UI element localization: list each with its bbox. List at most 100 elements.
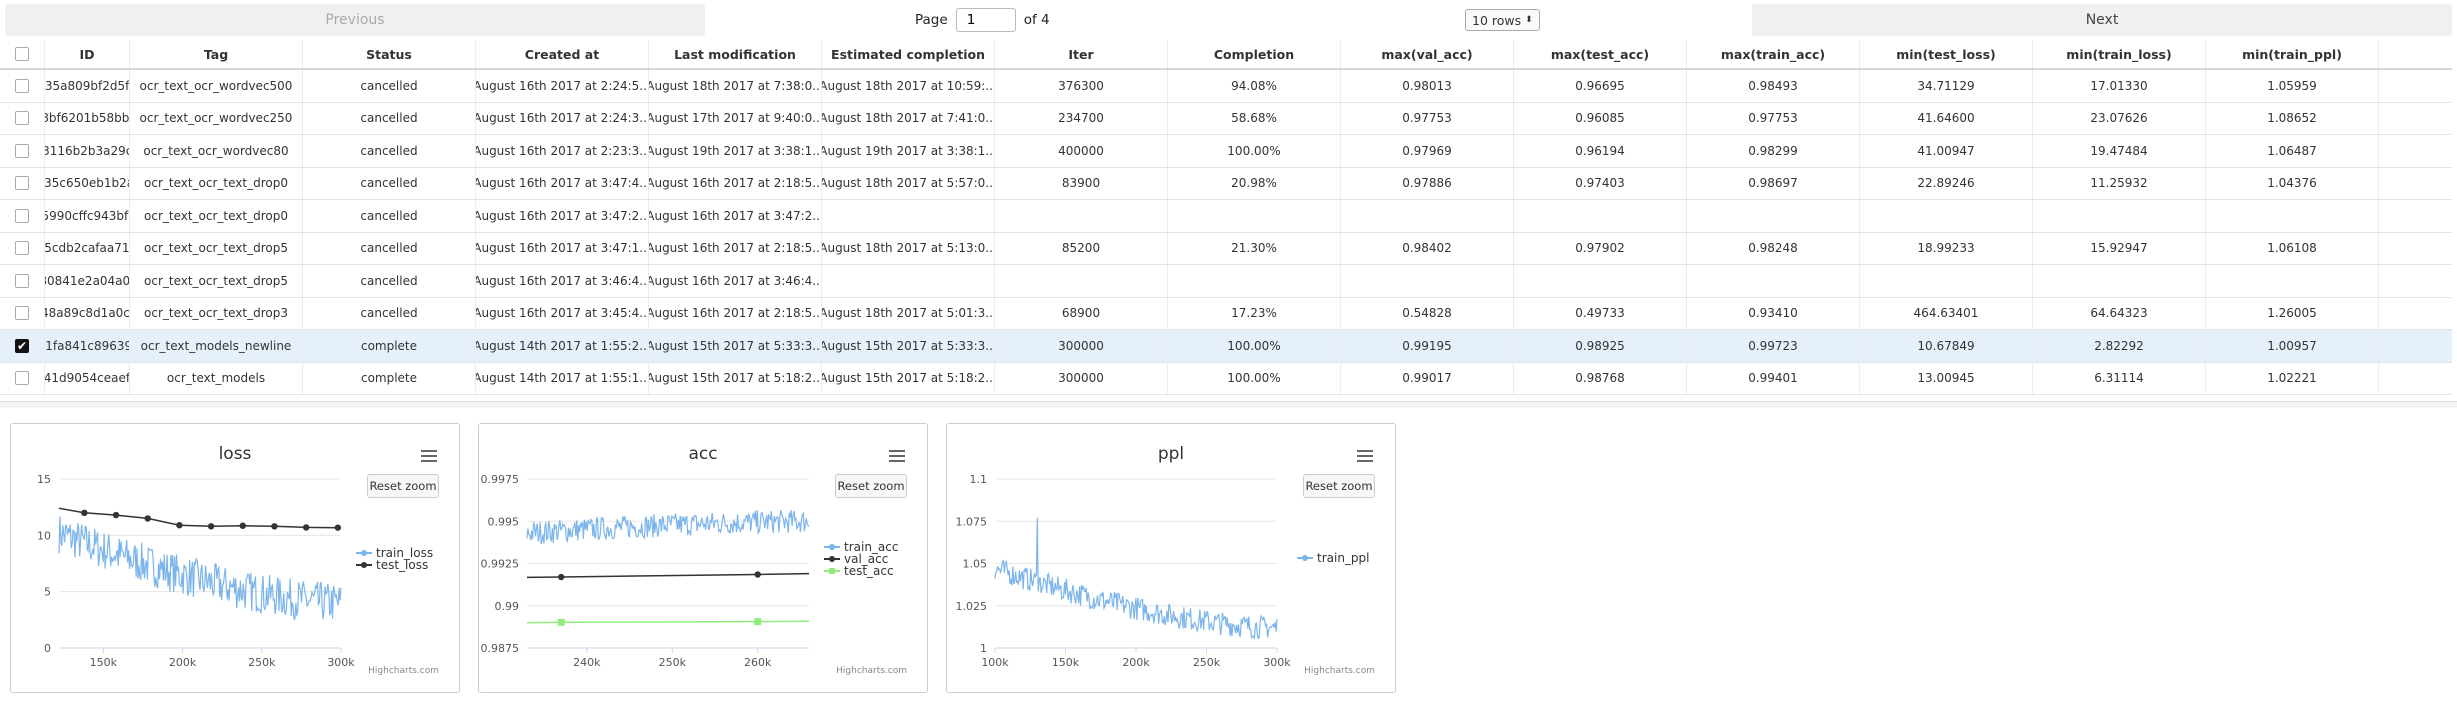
series-line-val_acc	[526, 572, 810, 579]
row-checkbox[interactable]	[15, 176, 29, 191]
row-checkbox[interactable]	[15, 241, 29, 256]
data-point-test_loss	[144, 515, 151, 522]
table-row[interactable]: c6f935c650eb1b2ad1cocr_text_ocr_text_dro…	[0, 167, 2452, 200]
column-header[interactable]: Last modification	[649, 40, 822, 68]
table-row[interactable]: 6d1f48a89c8d1a0c091aocr_text_ocr_text_dr…	[0, 297, 2452, 330]
row-checkbox[interactable]	[15, 273, 29, 288]
y-tick-label: 0.9875	[481, 642, 520, 655]
legend-label: test_loss	[376, 558, 429, 572]
table-row[interactable]: fb288bf6201b58bb1346ocr_text_ocr_wordvec…	[0, 102, 2452, 135]
column-header[interactable]: Created at	[476, 40, 649, 68]
y-tick-label: 1.05	[963, 558, 988, 571]
y-tick-label: 5	[44, 586, 51, 599]
column-header[interactable]: min(test_loss)	[1860, 40, 2033, 68]
data-point-test_loss	[176, 521, 183, 529]
table-cell: August 18th 2017 at 5:01:3...	[822, 297, 995, 329]
next-button[interactable]: Next	[1752, 4, 2452, 36]
column-header[interactable]: Tag	[130, 40, 303, 68]
page-number-input[interactable]	[955, 8, 1016, 32]
column-header[interactable]: ID	[45, 40, 130, 68]
table-row[interactable]: 7f4e35a809bf2d5fa5afocr_text_ocr_wordvec…	[0, 70, 2452, 103]
select-all-cell	[0, 40, 45, 68]
chart-menu-icon[interactable]	[1357, 450, 1373, 462]
table-row[interactable]: ✔ d2171fa841c896395f6bocr_text_models_new…	[0, 330, 2452, 363]
y-tick-label: 0.995	[488, 515, 520, 528]
legend-item[interactable]: test_loss	[356, 558, 433, 572]
row-checkbox[interactable]	[15, 306, 29, 321]
table-cell	[1860, 200, 2033, 232]
loss-chart-panel: 0 5 10 15 150k 200k 250k 300k loss Reset zoom t…	[10, 423, 460, 693]
table-cell: August 15th 2017 at 5:33:3...	[649, 330, 822, 362]
table-cell: 1.04376	[2206, 167, 2379, 199]
column-header[interactable]: min(train_loss)	[2033, 40, 2206, 68]
row-checkbox[interactable]: ✔	[15, 338, 29, 353]
table-cell: August 15th 2017 at 5:33:3...	[822, 330, 995, 362]
previous-button[interactable]: Previous	[5, 4, 705, 36]
table-cell: 7f4e35a809bf2d5fa5af	[45, 70, 130, 102]
legend-symbol	[1297, 553, 1313, 563]
column-header[interactable]: max(test_acc)	[1514, 40, 1687, 68]
table-cell: 92b33116b2b3a29cea65	[45, 135, 130, 167]
table-cell: 0.97886	[1341, 167, 1514, 199]
table-cell: 19.47484	[2033, 135, 2206, 167]
table-cell: d2171fa841c896395f6b	[45, 330, 130, 362]
table-cell: 68900	[995, 297, 1168, 329]
table-cell: f5c580841e2a04a02165	[45, 265, 130, 297]
row-checkbox[interactable]	[15, 111, 29, 126]
rows-per-page-select[interactable]: 10 rows ⬍	[1465, 9, 1540, 31]
reset-zoom-button[interactable]: Reset zoom	[1303, 474, 1375, 498]
reset-zoom-button[interactable]: Reset zoom	[835, 474, 907, 498]
row-checkbox[interactable]	[15, 143, 29, 158]
table-cell: cancelled	[303, 297, 476, 329]
table-cell: cancelled	[303, 102, 476, 134]
table-cell	[1514, 265, 1687, 297]
table-cell	[1168, 265, 1341, 297]
column-header[interactable]: Iter	[995, 40, 1168, 68]
chart-legend: train_acc val_acc test_acc	[824, 540, 898, 578]
row-checkbox[interactable]	[15, 78, 29, 93]
table-row[interactable]: f5c580841e2a04a02165ocr_text_ocr_text_dr…	[0, 265, 2452, 298]
column-header[interactable]: min(train_ppl)	[2206, 40, 2379, 68]
x-tick-label: 150k	[1052, 656, 1080, 669]
chart-credit[interactable]: Highcharts.com	[836, 666, 907, 676]
table-row[interactable]: 3695990cffc943bf085focr_text_ocr_text_dr…	[0, 200, 2452, 233]
column-header[interactable]: Status	[303, 40, 476, 68]
table-row[interactable]: e3de41d9054ceaef56a6ocr_text_modelscompl…	[0, 362, 2452, 395]
reset-zoom-button[interactable]: Reset zoom	[367, 474, 439, 498]
row-checkbox[interactable]	[15, 208, 29, 223]
x-tick-label: 250k	[1193, 656, 1221, 669]
series-line-test_acc	[526, 620, 810, 624]
chart-legend: train_loss test_loss	[356, 546, 433, 572]
column-header[interactable]: Completion	[1168, 40, 1341, 68]
column-header[interactable]: Estimated completion	[822, 40, 995, 68]
chart-menu-icon[interactable]	[421, 450, 437, 462]
legend-item[interactable]: test_acc	[824, 564, 898, 578]
table-cell: 0.97753	[1341, 102, 1514, 134]
column-header[interactable]: max(train_acc)	[1687, 40, 1860, 68]
select-all-checkbox[interactable]	[15, 47, 29, 61]
table-cell: 21.30%	[1168, 232, 1341, 264]
row-checkbox[interactable]	[15, 371, 29, 386]
table-cell: 17.23%	[1168, 297, 1341, 329]
table-cell: 1.08652	[2206, 102, 2379, 134]
chart-menu-icon[interactable]	[889, 450, 905, 462]
y-tick-label: 0.9975	[481, 473, 520, 486]
table-cell: 1.05959	[2206, 70, 2379, 102]
table-cell: c6f935c650eb1b2ad1c	[45, 167, 130, 199]
table-cell: August 16th 2017 at 2:18:5...	[649, 297, 822, 329]
chart-credit[interactable]: Highcharts.com	[1304, 666, 1375, 676]
table-cell	[2206, 265, 2379, 297]
table-cell: ocr_text_ocr_wordvec80	[130, 135, 303, 167]
acc-chart-panel: 0.9875 0.99 0.9925 0.995 0.9975 240k 250k 260k …	[478, 423, 928, 693]
legend-item[interactable]: train_ppl	[1297, 551, 1370, 565]
table-cell: 83900	[995, 167, 1168, 199]
y-tick-label: 10	[37, 529, 51, 542]
y-tick-label: 1	[980, 642, 987, 655]
table-row[interactable]: 92b33116b2b3a29cea65ocr_text_ocr_wordvec…	[0, 135, 2452, 168]
column-header[interactable]: max(val_acc)	[1341, 40, 1514, 68]
table-cell: complete	[303, 330, 476, 362]
chart-legend: train_ppl	[1297, 551, 1370, 565]
table-row[interactable]: 87ea5cdb2cafaa715e84ocr_text_ocr_text_dr…	[0, 232, 2452, 265]
chart-credit[interactable]: Highcharts.com	[368, 666, 439, 676]
table-cell	[1514, 200, 1687, 232]
